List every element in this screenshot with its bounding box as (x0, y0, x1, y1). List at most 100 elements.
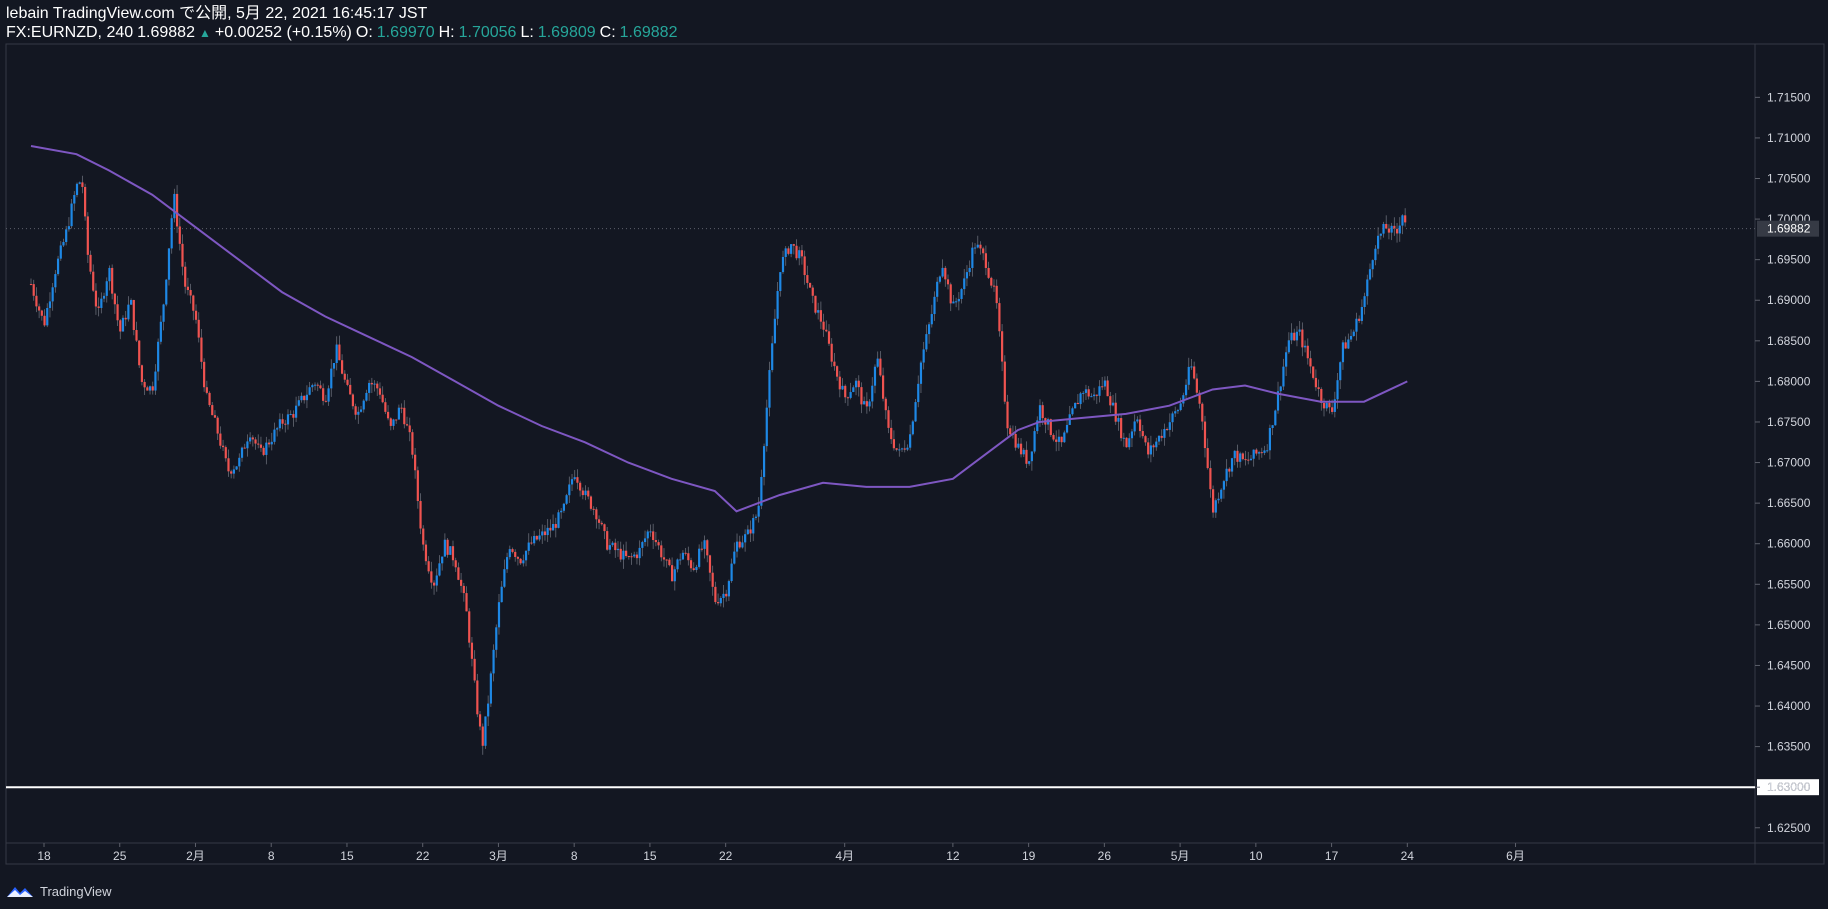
candle-down (178, 226, 181, 244)
candle-down (476, 680, 479, 715)
candle-up (286, 414, 290, 425)
candle-down (40, 310, 43, 316)
price-chart[interactable]: 1.63000 1.715001.710001.705001.700001.69… (0, 0, 1828, 909)
candle-up (154, 371, 157, 391)
candle-down (865, 401, 868, 407)
candle-down (795, 245, 798, 259)
candle-up (1341, 342, 1345, 363)
candle-down (619, 548, 622, 560)
candle-up (235, 466, 238, 470)
candle-up (611, 542, 614, 546)
candle-up (1179, 403, 1182, 411)
candle-up (646, 531, 649, 539)
price-tick-label: 1.64500 (1767, 658, 1811, 672)
candle-up (265, 442, 268, 455)
candle-down (376, 383, 379, 389)
candle-down (208, 392, 211, 406)
candle-down (35, 295, 38, 307)
candle-down (838, 376, 841, 390)
time-axis[interactable]: 18 25 2月 8 15 22 3月 8 15 22 4月 12 19 26 5月 10 17 24 6月 (37, 843, 1525, 863)
candle-down (576, 477, 579, 483)
candle-down (589, 496, 593, 509)
candle-down (1087, 389, 1090, 397)
time-tick-label: 18 (37, 849, 51, 863)
candle-down (1255, 449, 1258, 454)
candle-down (1055, 439, 1058, 442)
candle-down (1114, 402, 1117, 422)
price-tick-label: 1.71500 (1767, 90, 1811, 104)
candle-down (549, 527, 552, 531)
candle-up (746, 529, 749, 535)
candle-up (1282, 366, 1285, 387)
candle-up (173, 193, 176, 219)
candle-up (1371, 260, 1374, 270)
candle-up (162, 304, 165, 322)
candle-up (757, 505, 760, 517)
candle-down (1193, 366, 1196, 379)
candle-up (968, 267, 971, 273)
candle-down (151, 386, 154, 391)
candle-down (354, 406, 357, 415)
price-tick-label: 1.70500 (1767, 172, 1811, 186)
candle-up (438, 563, 441, 576)
candle-up (1130, 431, 1134, 439)
candle-down (830, 343, 833, 362)
candle-down (224, 447, 227, 459)
candle-up (311, 385, 314, 388)
candle-up (105, 281, 108, 296)
candle-up (59, 245, 62, 259)
footer[interactable]: TradingView (6, 880, 112, 902)
candle-up (1214, 500, 1217, 513)
candle-down (470, 642, 474, 659)
candle-up (930, 314, 933, 325)
candle-down (1309, 358, 1312, 367)
candle-down (462, 585, 465, 594)
candle-up (1030, 451, 1033, 462)
horizontal-line-layer[interactable]: 1.63000 (6, 779, 1819, 796)
candle-down (1019, 443, 1023, 455)
candle-up (973, 247, 977, 249)
candle-down (143, 381, 146, 388)
candle-up (1157, 435, 1161, 442)
candle-up (752, 518, 755, 534)
candle-up (62, 242, 65, 246)
candle-up (695, 566, 698, 571)
candle-down (427, 561, 430, 572)
candle-up (1065, 424, 1069, 433)
candle-up (449, 546, 452, 555)
candle-up (249, 437, 252, 442)
candle-down (281, 419, 284, 424)
candle-up (522, 560, 525, 564)
price-tick-label: 1.66000 (1767, 537, 1811, 551)
candle-up (852, 387, 855, 393)
candle-down (216, 417, 219, 434)
candle-up (798, 250, 801, 259)
candle-down (346, 379, 349, 385)
candle-down (113, 293, 116, 305)
candle-down (1385, 223, 1388, 229)
candle-up (1295, 331, 1299, 341)
time-tick-label: 6月 (1506, 849, 1525, 863)
candle-up (1128, 438, 1131, 448)
time-tick-label: 15 (340, 849, 354, 863)
price-axis[interactable]: 1.715001.710001.705001.700001.695001.690… (1755, 90, 1819, 835)
candle-up (157, 341, 160, 372)
candle-up (127, 304, 130, 320)
candle-up (919, 362, 923, 384)
candle-up (1084, 389, 1088, 393)
candle-up (365, 392, 368, 401)
candle-down (408, 425, 411, 433)
candle-up (1149, 445, 1152, 455)
candle-down (192, 295, 195, 311)
candle-up (1225, 468, 1228, 482)
candle-down (519, 558, 522, 564)
candle-up (608, 545, 611, 550)
candle-down (473, 658, 476, 681)
candle-up (51, 287, 54, 302)
candle-down (411, 432, 414, 455)
candle-up (817, 310, 820, 313)
candle-down (219, 433, 222, 446)
candle-up (909, 434, 912, 448)
candle-down (668, 559, 671, 566)
candle-down (833, 361, 836, 367)
